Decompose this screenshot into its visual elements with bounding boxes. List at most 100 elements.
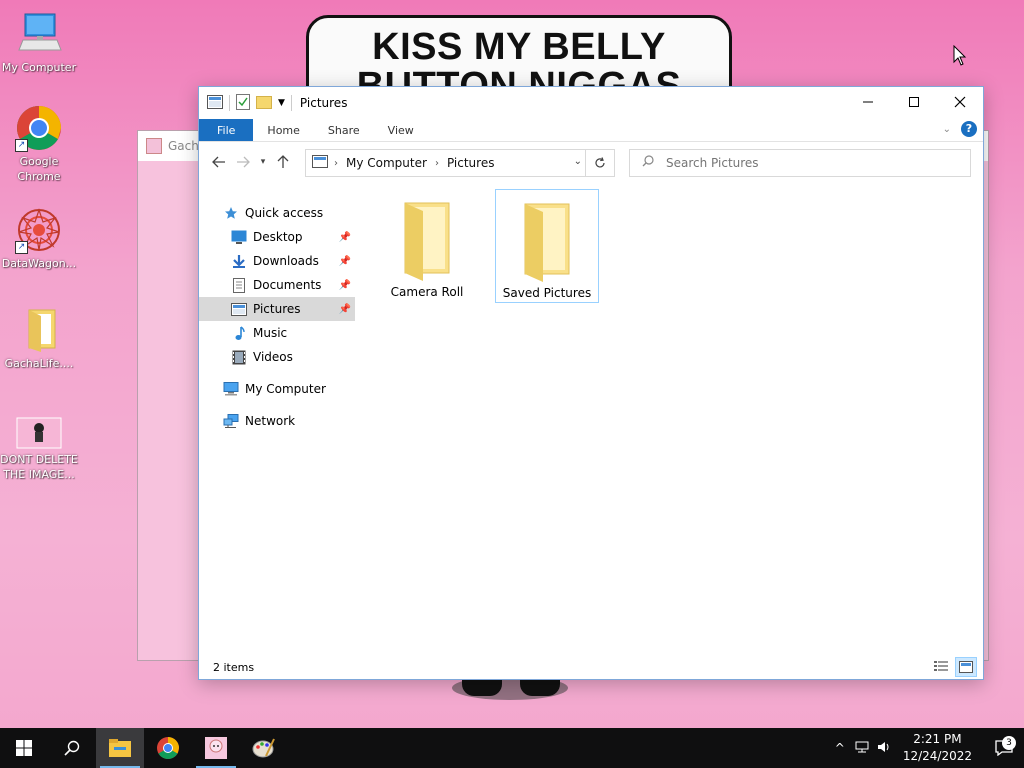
start-button[interactable]	[0, 728, 48, 768]
breadcrumb-my-computer[interactable]: My Computer	[346, 156, 427, 170]
folder-camera-roll[interactable]: Camera Roll	[375, 189, 479, 303]
details-view-button[interactable]	[931, 657, 951, 675]
pin-icon[interactable]: 📌	[339, 280, 351, 291]
image-file-icon	[15, 416, 63, 450]
titlebar[interactable]: ▼ Pictures	[199, 87, 983, 119]
nav-item-documents[interactable]: Documents 📌	[199, 273, 355, 297]
taskbar-chrome[interactable]	[144, 728, 192, 768]
help-icon[interactable]: ?	[961, 121, 977, 137]
status-bar: 2 items	[199, 655, 983, 679]
search-input[interactable]	[664, 155, 958, 171]
desktop-icon-datawagon[interactable]: ↗ DataWagon...	[0, 206, 78, 271]
expand-ribbon-icon[interactable]: ⌄	[943, 124, 951, 135]
back-button[interactable]	[207, 150, 231, 174]
nav-item-downloads[interactable]: Downloads 📌	[199, 249, 355, 273]
pictures-icon	[231, 301, 247, 317]
network-status-icon[interactable]	[851, 741, 873, 756]
view-switcher	[931, 657, 977, 677]
tab-home[interactable]: Home	[253, 119, 313, 141]
search-box[interactable]	[629, 149, 971, 177]
folder-icon	[519, 200, 575, 282]
folder-name: Saved Pictures	[502, 286, 592, 300]
taskbar-file-explorer[interactable]	[96, 728, 144, 768]
clock[interactable]: 2:21 PM 12/24/2022	[903, 731, 972, 765]
large-icons-view-button[interactable]	[955, 657, 977, 677]
tab-file[interactable]: File	[199, 119, 254, 141]
chrome-icon	[157, 737, 179, 759]
maximize-button[interactable]	[891, 87, 937, 117]
wallpaper-sign-line1: KISS MY BELLY	[372, 26, 666, 68]
tab-view[interactable]: View	[374, 119, 428, 141]
search-icon	[64, 740, 80, 756]
nav-label: Quick access	[245, 206, 324, 220]
minimize-icon	[863, 101, 873, 103]
folder-icon	[15, 306, 63, 354]
notification-count-badge: 3	[1002, 736, 1016, 750]
nav-network[interactable]: Network	[199, 409, 355, 433]
nav-item-videos[interactable]: Videos	[199, 345, 355, 369]
pin-icon[interactable]: 📌	[339, 256, 351, 267]
back-arrow-icon	[212, 156, 225, 168]
tab-share[interactable]: Share	[314, 119, 374, 141]
recent-locations-button[interactable]: ▾	[255, 150, 271, 174]
minimize-button[interactable]	[845, 87, 891, 117]
desktop-icon-label: DataWagon...	[1, 257, 77, 270]
documents-icon	[231, 277, 247, 293]
quick-access-toolbar: ▼	[199, 93, 292, 113]
folder-saved-pictures[interactable]: Saved Pictures	[495, 189, 599, 303]
nav-quick-access[interactable]: Quick access	[199, 201, 355, 225]
nav-my-computer[interactable]: My Computer	[199, 377, 355, 401]
new-folder-icon[interactable]	[256, 95, 272, 112]
up-button[interactable]	[271, 150, 295, 174]
windows-logo-icon	[16, 740, 32, 756]
nav-item-pictures[interactable]: Pictures 📌	[199, 297, 355, 321]
properties-icon[interactable]	[236, 93, 250, 113]
folder-name: Camera Roll	[390, 285, 464, 299]
nav-label: Desktop	[253, 230, 303, 244]
shortcut-arrow-icon: ↗	[15, 139, 28, 152]
computer-icon	[15, 10, 63, 58]
forward-button[interactable]	[231, 150, 255, 174]
chevron-right-icon: ›	[334, 157, 338, 169]
address-dropdown-icon[interactable]: ⌄	[574, 156, 582, 167]
nav-item-music[interactable]: Music	[199, 321, 355, 345]
address-bar[interactable]: › My Computer › Pictures ⌄	[305, 149, 615, 177]
desktop-icon-google-chrome[interactable]: ↗ Google Chrome	[0, 104, 78, 184]
refresh-icon	[595, 157, 605, 168]
pin-icon[interactable]: 📌	[339, 304, 351, 315]
breadcrumb-pictures[interactable]: Pictures	[447, 156, 495, 170]
music-icon	[231, 325, 247, 341]
desktop-icon-label: My Computer	[1, 61, 77, 74]
large-icons-view-icon	[959, 661, 973, 673]
shortcut-arrow-icon: ↗	[15, 241, 28, 254]
chrome-icon: ↗	[15, 104, 63, 152]
refresh-button[interactable]	[585, 150, 614, 176]
taskbar-paint-app[interactable]	[240, 728, 288, 768]
pin-icon[interactable]: 📌	[339, 232, 351, 243]
file-explorer-icon	[109, 739, 131, 757]
customize-qat-icon[interactable]: ▼	[278, 98, 285, 108]
folder-icon	[399, 199, 455, 281]
nav-item-desktop[interactable]: Desktop 📌	[199, 225, 355, 249]
taskbar: ^ 2:21 PM 12/24/2022 3	[0, 728, 1024, 768]
search-button[interactable]	[48, 728, 96, 768]
videos-icon	[231, 349, 247, 365]
forward-arrow-icon	[237, 156, 250, 168]
close-button[interactable]	[937, 87, 983, 117]
network-icon	[223, 413, 239, 429]
desktop-icon-label: Google Chrome	[17, 155, 61, 183]
desktop-icon-my-computer[interactable]: My Computer	[0, 10, 78, 75]
details-view-icon	[934, 661, 948, 671]
up-arrow-icon	[277, 155, 289, 168]
nav-label: Pictures	[253, 302, 301, 316]
file-explorer-window[interactable]: ▼ Pictures File Home Share View ⌄ ? ▾ › …	[198, 86, 984, 680]
volume-icon[interactable]	[873, 741, 895, 756]
mouse-cursor	[953, 44, 967, 70]
desktop-icon	[231, 229, 247, 245]
show-hidden-icons-button[interactable]: ^	[829, 741, 851, 755]
desktop-icon-image-file[interactable]: DONT DELETE THE IMAGE...	[0, 416, 78, 482]
action-center-button[interactable]: 3	[984, 736, 1024, 756]
desktop-icon-gachalife-folder[interactable]: GachaLife....	[0, 306, 78, 371]
taskbar-gacha-app[interactable]	[192, 728, 240, 768]
